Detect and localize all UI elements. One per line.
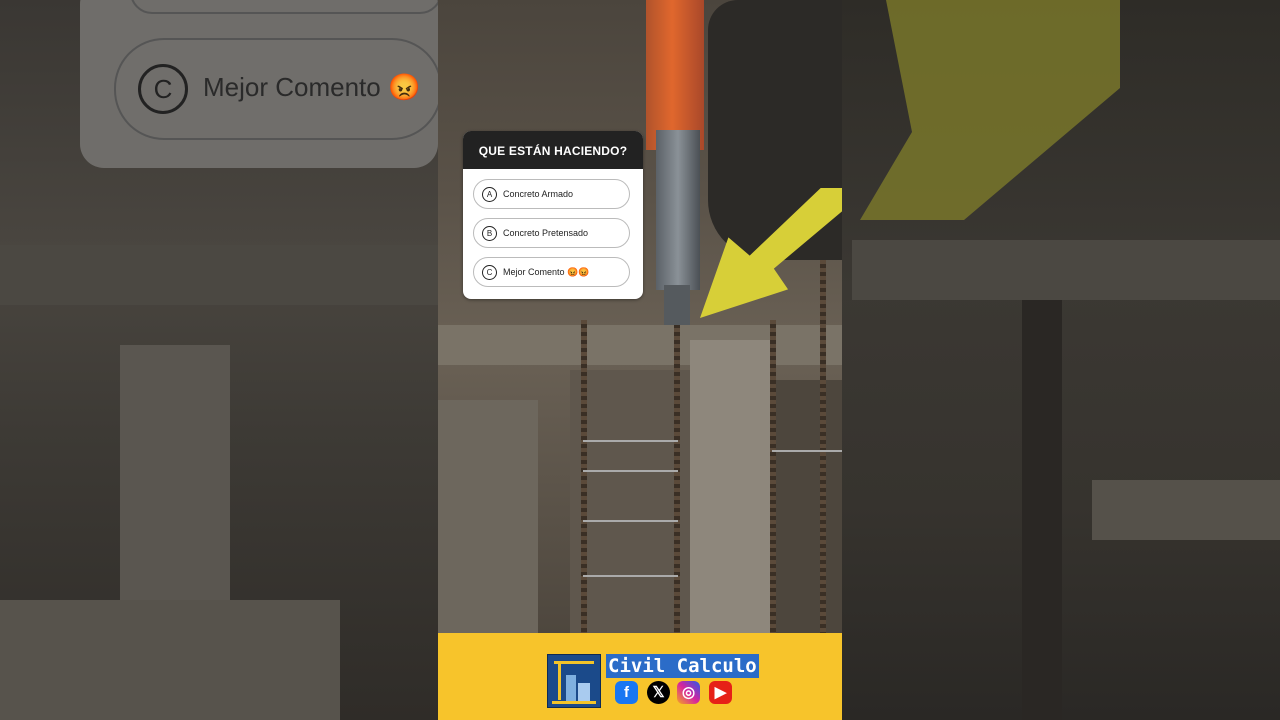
brand-name: Civil Calculo [606, 654, 759, 678]
video-frame [438, 0, 842, 633]
rebar [581, 320, 587, 633]
option-letter: C [482, 264, 497, 280]
formwork-beam [438, 325, 842, 365]
civil-calculo-logo [547, 654, 601, 708]
jack-rod [664, 285, 690, 325]
rebar [820, 220, 826, 633]
quiz-option-a[interactable]: A Concreto Armado [473, 179, 630, 209]
quiz-question: QUE ESTÁN HACIENDO? [463, 131, 643, 169]
blurred-option-letter: C [138, 64, 188, 114]
option-letter: A [482, 186, 497, 202]
ground-line [552, 701, 596, 704]
blurred-slab [0, 245, 438, 305]
hydraulic-jack [646, 0, 704, 150]
stirrup [583, 575, 678, 577]
rebar [674, 320, 680, 633]
building-shape [566, 675, 576, 701]
blurred-background-left: C Mejor Comento 😡 [0, 0, 438, 720]
stirrup [772, 450, 842, 452]
blurred-option-b [130, 0, 438, 14]
quiz-option-c[interactable]: C Mejor Comento 😡😡 [473, 257, 630, 287]
quiz-card: QUE ESTÁN HACIENDO? A Concreto Armado B … [463, 131, 643, 299]
blurred-slab [1022, 300, 1062, 720]
blurred-slab [1092, 480, 1280, 540]
blurred-slab [0, 600, 340, 720]
stirrup [583, 470, 678, 472]
option-text: Concreto Pretensado [503, 228, 589, 238]
stirrup [583, 520, 678, 522]
blurred-slab [852, 240, 1280, 300]
option-letter: B [482, 225, 497, 241]
crane-tower [558, 664, 561, 700]
rebar [770, 320, 776, 633]
brand-footer: Civil Calculo f 𝕏 ◎ ▶ [438, 633, 842, 720]
quiz-option-b[interactable]: B Concreto Pretensado [473, 218, 630, 248]
formwork-side [438, 400, 538, 633]
option-text: Concreto Armado [503, 189, 574, 199]
blurred-slab [120, 345, 230, 605]
jack-cylinder [656, 130, 700, 290]
form-channel [770, 380, 842, 633]
stirrup [583, 440, 678, 442]
instagram-icon[interactable]: ◎ [677, 681, 700, 704]
concrete-beam [690, 340, 770, 633]
youtube-icon[interactable]: ▶ [709, 681, 732, 704]
form-channel [570, 370, 690, 633]
x-icon[interactable]: 𝕏 [647, 681, 670, 704]
blurred-option-text: Mejor Comento 😡 [203, 72, 421, 102]
facebook-icon[interactable]: f [615, 681, 638, 704]
option-text: Mejor Comento 😡😡 [503, 266, 590, 277]
building-shape [578, 683, 590, 701]
